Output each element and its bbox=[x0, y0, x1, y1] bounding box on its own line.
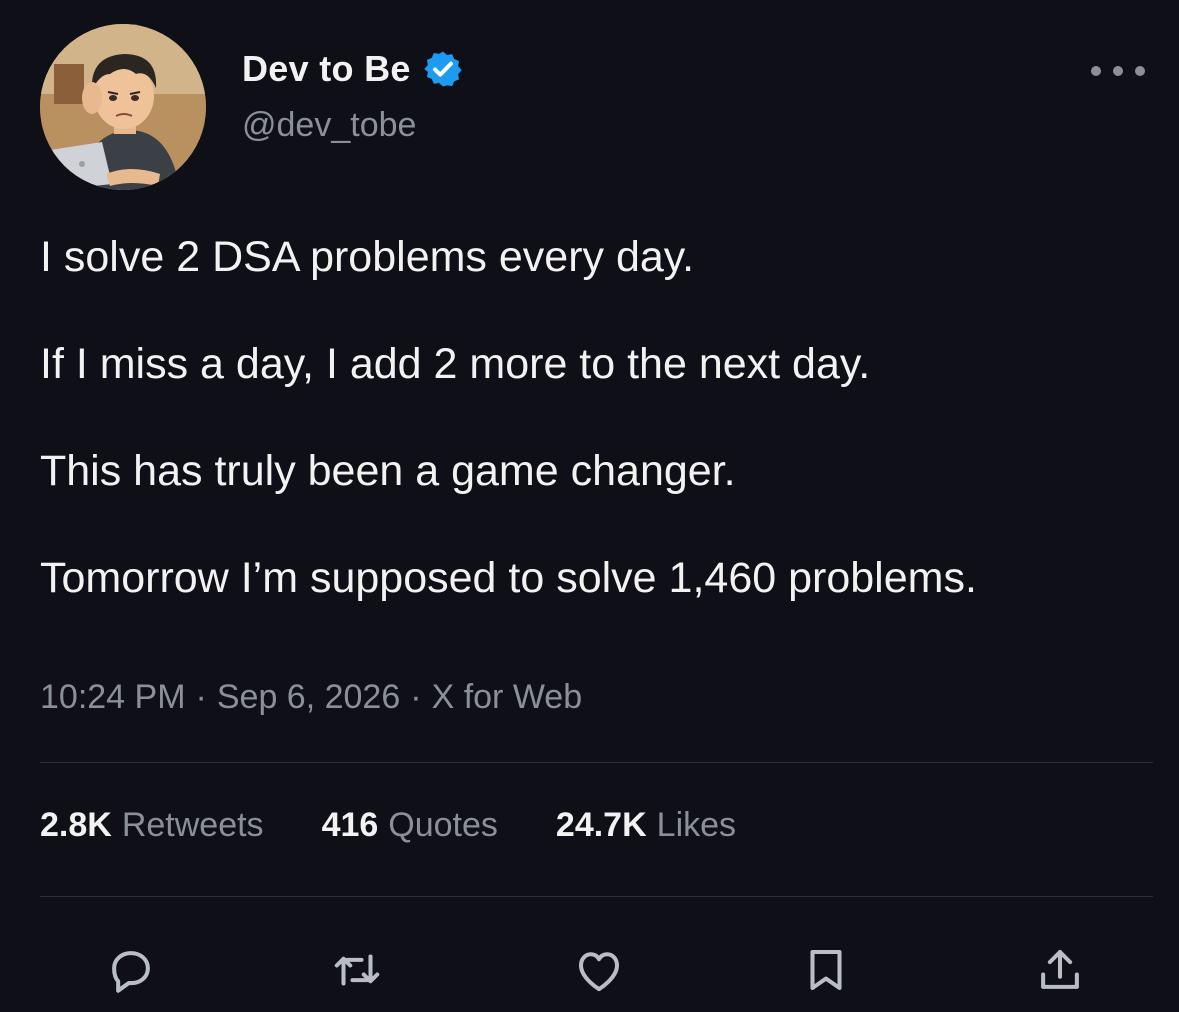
retweets-stat[interactable]: 2.8K Retweets bbox=[40, 806, 264, 845]
divider bbox=[40, 896, 1153, 897]
likes-stat[interactable]: 24.7K Likes bbox=[556, 806, 736, 845]
tweet-meta: 10:24 PM · Sep 6, 2026 · X for Web bbox=[40, 678, 582, 717]
tweet-card: Dev to Be @dev_tobe I solve 2 DSA proble… bbox=[0, 0, 1179, 1012]
reply-icon bbox=[112, 951, 150, 993]
avatar-illustration bbox=[40, 24, 206, 190]
meta-separator: · bbox=[410, 678, 422, 716]
tweet-line: If I miss a day, I add 2 more to the nex… bbox=[40, 340, 871, 388]
more-dot-icon bbox=[1091, 66, 1101, 76]
share-icon bbox=[1041, 949, 1079, 989]
likes-label: Likes bbox=[656, 806, 737, 844]
bookmark-icon bbox=[810, 949, 842, 991]
more-dot-icon bbox=[1113, 66, 1123, 76]
tweet-line: Tomorrow I’m supposed to solve 1,460 pro… bbox=[40, 554, 977, 602]
tweet-source: X for Web bbox=[431, 678, 583, 716]
author-display-name[interactable]: Dev to Be bbox=[242, 48, 411, 90]
tweet-line: I solve 2 DSA problems every day. bbox=[40, 233, 695, 281]
engagement-stats: 2.8K Retweets 416 Quotes 24.7K Likes bbox=[40, 806, 736, 845]
share-button[interactable] bbox=[1030, 940, 1090, 1000]
divider bbox=[40, 762, 1153, 763]
action-bar bbox=[0, 940, 1179, 1010]
like-button[interactable] bbox=[569, 940, 629, 1000]
quotes-stat[interactable]: 416 Quotes bbox=[322, 806, 498, 845]
retweet-button[interactable] bbox=[327, 940, 387, 1000]
retweets-label: Retweets bbox=[121, 806, 264, 844]
more-options-button[interactable] bbox=[1091, 56, 1145, 86]
like-icon bbox=[578, 952, 620, 992]
tweet-time[interactable]: 10:24 PM bbox=[40, 678, 186, 716]
tweet-line: This has truly been a game changer. bbox=[40, 447, 736, 495]
tweet-text: I solve 2 DSA problems every day. If I m… bbox=[40, 222, 1150, 650]
bookmark-button[interactable] bbox=[796, 940, 856, 1000]
avatar[interactable] bbox=[40, 24, 206, 190]
meta-separator: · bbox=[195, 678, 207, 716]
quotes-label: Quotes bbox=[388, 806, 498, 844]
reply-button[interactable] bbox=[101, 940, 161, 1000]
verified-badge-icon bbox=[423, 49, 463, 89]
more-dot-icon bbox=[1135, 66, 1145, 76]
likes-count: 24.7K bbox=[555, 806, 647, 844]
tweet-date[interactable]: Sep 6, 2026 bbox=[217, 678, 400, 716]
retweet-icon bbox=[334, 954, 380, 986]
author-name-row: Dev to Be bbox=[242, 48, 463, 90]
retweets-count: 2.8K bbox=[40, 806, 112, 844]
quotes-count: 416 bbox=[321, 806, 379, 844]
author-handle[interactable]: @dev_tobe bbox=[242, 106, 416, 145]
